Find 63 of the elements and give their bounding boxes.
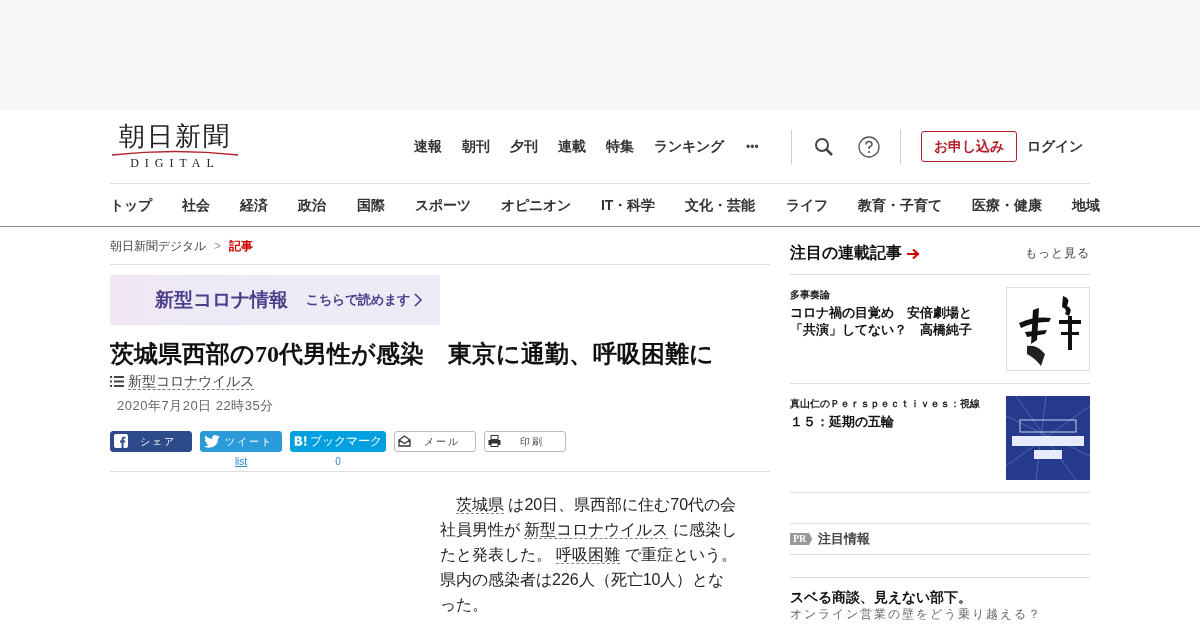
more-menu-button[interactable]: •••: [746, 137, 759, 156]
category-tab[interactable]: オピニオン: [500, 194, 571, 216]
corona-info-banner[interactable]: 新型コロナ情報 こちらで読めます: [110, 275, 440, 325]
search-icon[interactable]: [813, 136, 834, 157]
nav-link[interactable]: ランキング: [654, 136, 724, 157]
category-tab[interactable]: 地域: [1071, 194, 1100, 216]
category-tab[interactable]: 社会: [182, 194, 211, 216]
banner-title: 新型コロナ情報: [155, 287, 288, 312]
article-title: 茨城県西部の70代男性が感染 東京に通勤、呼吸困難に: [110, 340, 715, 369]
section-title: 注目の連載記事: [790, 242, 902, 263]
category-tab[interactable]: トップ: [110, 194, 152, 216]
arrow-right-icon: [906, 248, 920, 260]
article-headline-link[interactable]: コロナ禍の目覚め 安倍劇場と「共演」してない？ 高橋純子: [790, 304, 994, 338]
share-count[interactable]: list: [234, 453, 248, 469]
article-paragraph: 茨城県 は20日、県西部に住む70代の会社員男性が 新型コロナウイルス に感染したと発表した。 呼吸困難 で重症という。県内の感染者は226人（死亡10人）となった。: [440, 494, 738, 615]
nav-link[interactable]: 連載: [558, 136, 586, 157]
envelope-icon: [398, 435, 411, 447]
facebook-icon: [114, 434, 128, 448]
pr-section-title: 注目情報: [818, 530, 871, 549]
breadcrumb-link[interactable]: 記事: [229, 236, 253, 255]
subscribe-button[interactable]: お申し込み: [920, 131, 1017, 162]
category-tab[interactable]: IT・科学: [600, 194, 656, 216]
category-tab[interactable]: スポーツ: [414, 194, 471, 216]
category-tab[interactable]: 政治: [298, 194, 327, 216]
article-headline-link[interactable]: １５：延期の五輪: [790, 413, 994, 430]
share-count[interactable]: 0: [335, 453, 341, 469]
share-mail-button[interactable]: メール: [394, 430, 476, 452]
keyword-link[interactable]: 茨城県: [456, 495, 504, 514]
category-tab[interactable]: 文化・芸能: [685, 194, 756, 216]
nav-link[interactable]: 朝刊: [462, 136, 490, 157]
category-tab[interactable]: 医療・健康: [971, 194, 1042, 216]
nav-link[interactable]: 夕刊: [510, 136, 538, 157]
bird-icon: [204, 434, 220, 448]
promo-subtitle: オンライン営業の壁をどう乗り越える？: [790, 607, 1043, 621]
series-label: 真山仁のＰｅｒｓｐｅｃｔｉｖｅｓ：視線: [790, 397, 981, 411]
keyword-link[interactable]: 新型コロナウイルス: [524, 520, 669, 539]
promo-headline[interactable]: スベる商談、見えない部下。: [790, 588, 1090, 606]
hatena-b-icon: [294, 435, 308, 447]
pr-badge: PR: [790, 533, 813, 545]
list-icon: [110, 376, 124, 387]
category-tab[interactable]: 国際: [356, 194, 385, 216]
share-facebook-button[interactable]: シェア: [110, 430, 192, 452]
breadcrumb-separator: >: [214, 237, 221, 255]
help-icon[interactable]: [857, 135, 880, 158]
logo[interactable]: 朝日新聞 DIGITAL: [110, 121, 240, 170]
keyword-link[interactable]: 呼吸困難: [556, 545, 621, 564]
more-link[interactable]: もっと見る: [1025, 243, 1090, 262]
login-link[interactable]: ログイン: [1026, 136, 1083, 157]
share-print-button[interactable]: 印刷: [484, 430, 566, 452]
category-tab[interactable]: 経済: [240, 194, 269, 216]
series-label: 多事奏論: [790, 288, 831, 302]
banner-link-text: こちらで読めます: [306, 291, 410, 310]
chevron-right-icon: [414, 293, 422, 307]
category-tab[interactable]: ライフ: [785, 194, 828, 216]
category-tab[interactable]: 教育・子育て: [857, 194, 942, 216]
printer-icon: [488, 435, 501, 447]
breadcrumb-link[interactable]: 朝日新聞デジタル: [110, 236, 206, 255]
nav-link[interactable]: 特集: [606, 136, 634, 157]
logo-subtitle: DIGITAL: [130, 155, 220, 170]
topic-link[interactable]: 新型コロナウイルス: [128, 373, 254, 390]
publish-date: 2020年7月20日 22時35分: [117, 397, 275, 415]
nav-link[interactable]: 速報: [414, 136, 442, 157]
logo-title: 朝日新聞: [119, 121, 231, 150]
